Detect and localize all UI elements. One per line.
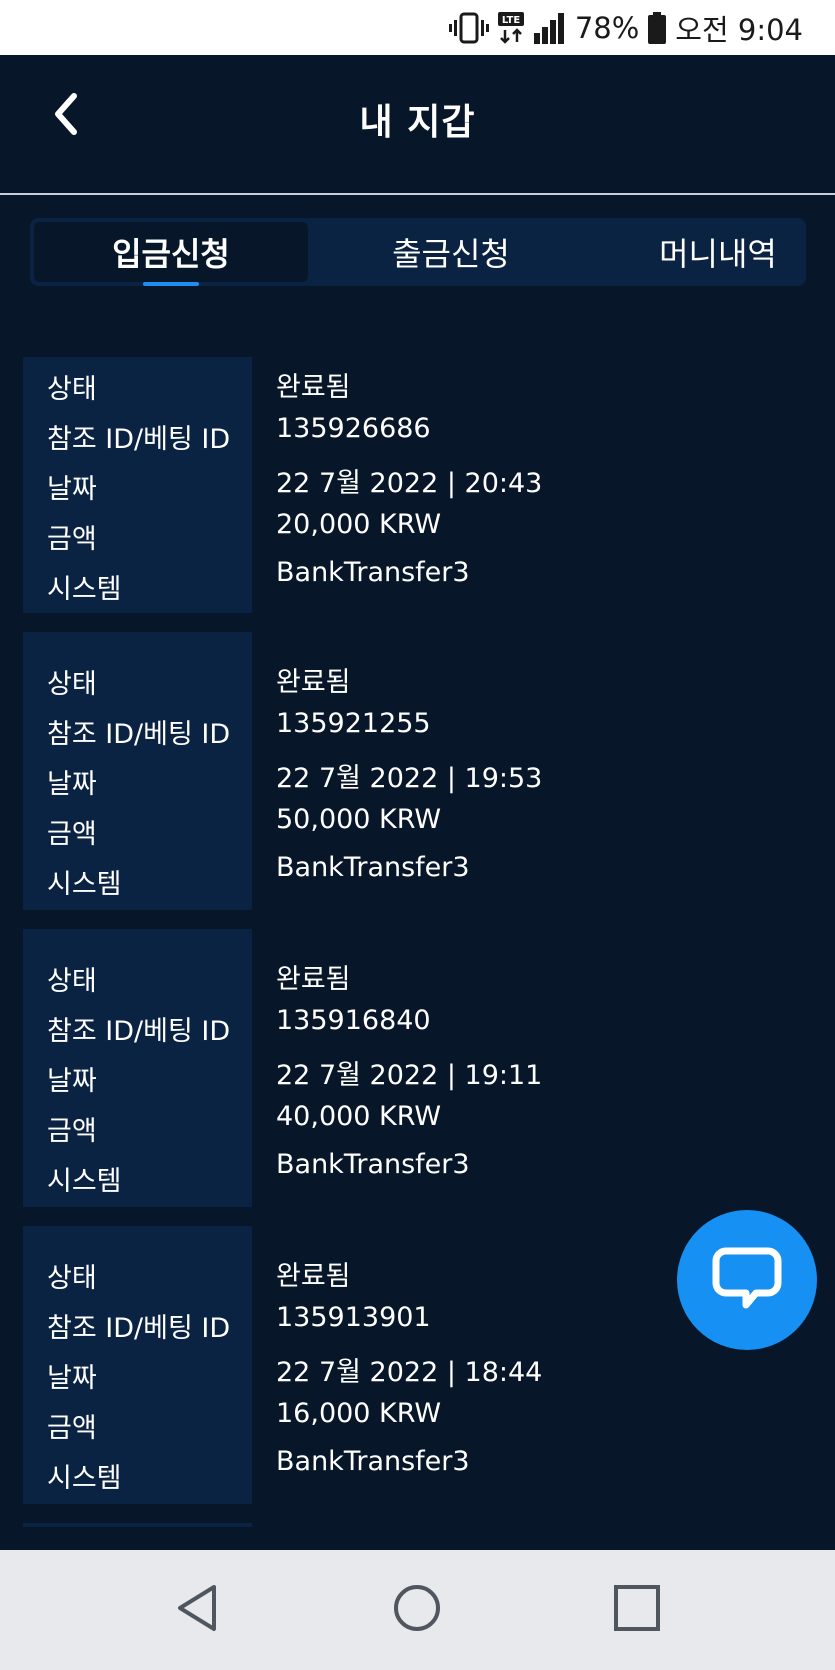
- ref-id-value: 135916840: [276, 1005, 431, 1036]
- chat-button[interactable]: [677, 1210, 817, 1350]
- amount-label: 금액: [47, 524, 97, 555]
- ref-id-label: 참조 ID/베팅 ID: [47, 1313, 231, 1344]
- system-label: 시스템: [47, 1463, 122, 1494]
- ref-id-label: 참조 ID/베팅 ID: [47, 424, 231, 455]
- ref-id-value: 135913901: [276, 1302, 431, 1333]
- date-label: 날짜: [47, 769, 97, 800]
- clock: 오전 9:04: [675, 13, 803, 47]
- system-label: 시스템: [47, 869, 122, 900]
- status-value: 완료됨: [276, 372, 351, 403]
- transaction-card: 상태 참조 ID/베팅 ID 날짜 금액 시스템 완료됨 135921255 2…: [23, 632, 783, 910]
- date-value: 22 7월 2022 | 20:43: [276, 468, 543, 499]
- date-label: 날짜: [47, 1066, 97, 1097]
- date-value: 22 7월 2022 | 19:53: [276, 763, 543, 794]
- tab-label: 입금신청: [112, 235, 230, 273]
- status-label: 상태: [47, 966, 97, 997]
- tab-withdraw-request[interactable]: 출금신청: [314, 222, 588, 282]
- amount-value: 16,000 KRW: [276, 1398, 442, 1429]
- ref-id-value: 135921255: [276, 708, 431, 739]
- status-icons: LTE 78% 오전 9:04: [448, 8, 803, 48]
- status-label: 상태: [47, 374, 97, 405]
- chat-bubble-icon: [712, 1247, 782, 1313]
- transaction-card-partial: [23, 1523, 252, 1527]
- status-label: 상태: [47, 669, 97, 700]
- transaction-card: 상태 참조 ID/베팅 ID 날짜 금액 시스템 완료됨 135913901 2…: [23, 1226, 783, 1504]
- transaction-card: 상태 참조 ID/베팅 ID 날짜 금액 시스템 완료됨 135916840 2…: [23, 929, 783, 1207]
- nav-back-button[interactable]: [167, 1580, 227, 1640]
- status-bar: LTE 78% 오전 9:04: [0, 0, 835, 55]
- date-label: 날짜: [47, 1363, 97, 1394]
- page-title: 내 지갑: [359, 102, 476, 143]
- status-label: 상태: [47, 1263, 97, 1294]
- square-recents-icon: [613, 1584, 661, 1636]
- nav-recents-button[interactable]: [607, 1580, 667, 1640]
- date-label: 날짜: [47, 474, 97, 505]
- amount-value: 50,000 KRW: [276, 804, 442, 835]
- system-label: 시스템: [47, 1166, 122, 1197]
- amount-label: 금액: [47, 1116, 97, 1147]
- nav-home-button[interactable]: [387, 1580, 447, 1640]
- triangle-back-icon: [174, 1583, 220, 1637]
- vibrate-icon: [448, 11, 489, 45]
- status-value: 완료됨: [276, 964, 351, 995]
- ref-id-label: 참조 ID/베팅 ID: [47, 719, 231, 750]
- tab-bar: 입금신청 출금신청 머니내역: [30, 218, 806, 286]
- app-header: 내 지갑: [0, 55, 835, 195]
- svg-text:LTE: LTE: [502, 15, 521, 26]
- status-value: 완료됨: [276, 667, 351, 698]
- amount-label: 금액: [47, 819, 97, 850]
- ref-id-label: 참조 ID/베팅 ID: [47, 1016, 231, 1047]
- transaction-card: 상태 참조 ID/베팅 ID 날짜 금액 시스템 완료됨 135926686 2…: [23, 357, 783, 613]
- signal-icon: [533, 11, 567, 45]
- battery-icon: [647, 11, 667, 45]
- amount-value: 40,000 KRW: [276, 1101, 442, 1132]
- status-value: 완료됨: [276, 1261, 351, 1292]
- active-tab-indicator: [143, 282, 199, 286]
- tab-label: 출금신청: [392, 235, 510, 273]
- tab-deposit-request[interactable]: 입금신청: [34, 222, 308, 286]
- battery-percent: 78%: [574, 11, 640, 45]
- ref-id-value: 135926686: [276, 413, 431, 444]
- system-navigation-bar: [0, 1550, 835, 1670]
- system-value: BankTransfer3: [276, 557, 470, 588]
- system-label: 시스템: [47, 574, 122, 605]
- tab-money-history[interactable]: 머니내역: [630, 222, 806, 282]
- system-value: BankTransfer3: [276, 852, 470, 883]
- lte-icon: LTE: [497, 11, 525, 45]
- circle-home-icon: [392, 1583, 442, 1637]
- system-value: BankTransfer3: [276, 1446, 470, 1477]
- date-value: 22 7월 2022 | 18:44: [276, 1357, 543, 1388]
- amount-value: 20,000 KRW: [276, 509, 442, 540]
- amount-label: 금액: [47, 1413, 97, 1444]
- tab-label: 머니내역: [659, 235, 777, 273]
- system-value: BankTransfer3: [276, 1149, 470, 1180]
- date-value: 22 7월 2022 | 19:11: [276, 1060, 543, 1091]
